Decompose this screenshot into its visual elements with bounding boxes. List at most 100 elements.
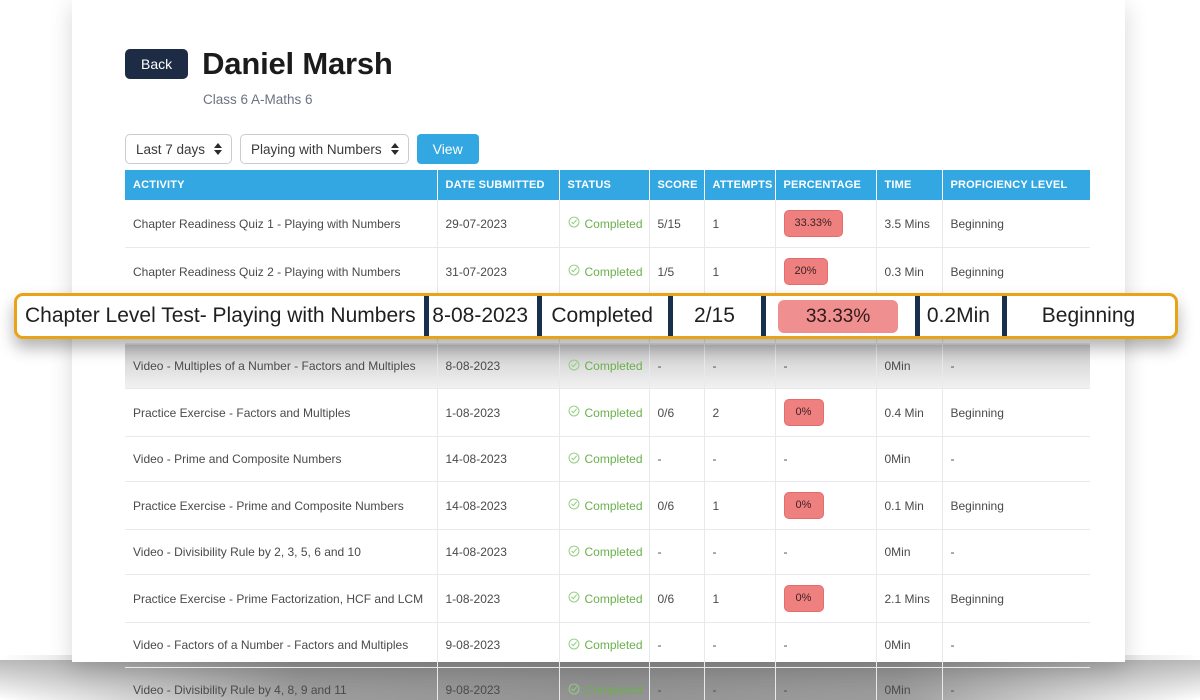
cell-date: 31-07-2023 [437, 247, 560, 296]
cell-proficiency: - [942, 343, 1090, 389]
cell-score: - [649, 343, 705, 389]
column-header-score[interactable]: SCORE [649, 170, 705, 200]
status-label: Completed [584, 359, 643, 373]
cell-time: 0.3 Min [876, 247, 943, 296]
cell-time: 0Min [876, 436, 943, 482]
table-row[interactable]: Video - Prime and Composite Numbers 14-08… [125, 436, 1090, 482]
cell-proficiency: - [950, 683, 955, 698]
table-row[interactable]: Practice Exercise - Factors and Multiple… [125, 388, 1090, 437]
cell-time: 0.4 Min [876, 388, 943, 437]
cell-attempts: 1 [704, 574, 776, 623]
callout-score: 2/15 [667, 296, 762, 336]
status-label: Completed [584, 498, 643, 513]
activity-table-body: Chapter Readiness Quiz 1 - Playing with … [125, 200, 1090, 700]
cell-status: Completed [559, 529, 650, 575]
cell-percentage: 0% [775, 574, 877, 623]
column-header-time[interactable]: TIME [876, 170, 943, 200]
page-title: Daniel Marsh [202, 46, 393, 81]
cell-proficiency: Beginning [942, 247, 1090, 296]
percentage-badge: 0% [783, 492, 824, 519]
cell-percentage: - [775, 529, 877, 575]
column-header-attempts[interactable]: ATTEMPTS [704, 170, 776, 200]
cell-status: Completed [559, 200, 650, 248]
check-circle-icon [568, 498, 580, 513]
filter-bar: Last 7 days Playing with Numbers View [125, 134, 479, 164]
column-header-date[interactable]: DATE SUBMITTED [437, 170, 560, 200]
view-button[interactable]: View [416, 134, 479, 164]
chevron-updown-icon [390, 143, 399, 155]
callout-time: 0.2Min [914, 296, 1002, 336]
cell-score: - [649, 622, 705, 668]
column-header-percentage[interactable]: PERCENTAGE [775, 170, 877, 200]
status-badge: Completed [568, 545, 643, 560]
cell-status: Completed [559, 247, 650, 296]
cell-attempts: - [704, 436, 776, 482]
cell-activity: Practice Exercise - Prime and Composite … [125, 481, 438, 530]
table-row[interactable]: Video - Divisibility Rule by 2, 3, 5, 6 … [125, 529, 1090, 575]
status-label: Completed [584, 683, 643, 698]
column-header-activity[interactable]: ACTIVITY [125, 170, 438, 200]
column-header-proficiency[interactable]: PROFICIENCY LEVEL [942, 170, 1090, 200]
cell-date: 29-07-2023 [437, 200, 560, 248]
table-row[interactable]: Video - Divisibility Rule by 4, 8, 9 and… [125, 667, 1090, 700]
cell-time: 0Min [876, 622, 943, 668]
table-row[interactable]: Practice Exercise - Prime Factorization,… [125, 574, 1090, 623]
cell-attempts: 1 [704, 247, 776, 296]
cell-score: 5/15 [649, 200, 705, 248]
cell-activity: Video - Factors of a Number - Factors an… [125, 622, 438, 668]
cell-time: 0Min [876, 343, 943, 389]
cell-status: Completed [559, 667, 650, 700]
cell-proficiency: Beginning [942, 574, 1090, 623]
cell-date: 14-08-2023 [437, 481, 560, 530]
cell-time: 0.1 Min [876, 481, 943, 530]
cell-status: Completed [559, 343, 650, 389]
status-label: Completed [584, 216, 643, 231]
callout-proficiency: Beginning [1002, 296, 1175, 336]
cell-percentage: - [775, 667, 877, 700]
cell-proficiency: Beginning [942, 388, 1090, 437]
percentage-empty: - [783, 359, 788, 373]
cell-status: Completed [559, 436, 650, 482]
cell-percentage: - [775, 343, 877, 389]
back-button[interactable]: Back [125, 49, 189, 79]
cell-attempts: 2 [704, 388, 776, 437]
cell-attempts: 1 [704, 481, 776, 530]
status-badge: Completed [568, 405, 643, 420]
activity-table: ACTIVITY DATE SUBMITTED STATUS SCORE ATT… [125, 170, 1090, 700]
cell-date: 14-08-2023 [437, 529, 560, 575]
check-circle-icon [568, 638, 580, 653]
class-subtitle: Class 6 A-Maths 6 [203, 92, 313, 107]
table-row[interactable]: Chapter Readiness Quiz 2 - Playing with … [125, 247, 1090, 296]
percentage-badge: 0% [783, 585, 824, 612]
cell-percentage: 20% [775, 247, 877, 296]
table-row[interactable]: Chapter Readiness Quiz 1 - Playing with … [125, 200, 1090, 248]
status-badge: Completed [568, 498, 643, 513]
check-circle-icon [568, 683, 580, 698]
table-header-row: ACTIVITY DATE SUBMITTED STATUS SCORE ATT… [125, 170, 1090, 200]
cell-time: 0Min [876, 529, 943, 575]
status-label: Completed [584, 591, 643, 606]
check-circle-icon [568, 405, 580, 420]
callout-percentage: 33.33% [761, 296, 915, 336]
chevron-updown-icon [214, 143, 223, 155]
cell-activity: Video - Multiples of a Number - Factors … [125, 343, 438, 389]
cell-date: 1-08-2023 [437, 574, 560, 623]
check-circle-icon [568, 545, 580, 560]
date-range-select[interactable]: Last 7 days [125, 134, 233, 164]
status-badge: Completed [568, 683, 643, 698]
chapter-select[interactable]: Playing with Numbers [240, 134, 409, 164]
highlighted-row-callout[interactable]: Chapter Level Test- Playing with Numbers… [14, 293, 1178, 339]
table-row[interactable]: Practice Exercise - Prime and Composite … [125, 481, 1090, 530]
percentage-badge: 0% [783, 399, 824, 426]
callout-percentage-badge: 33.33% [777, 299, 899, 333]
column-header-status[interactable]: STATUS [559, 170, 650, 200]
page-header: Back Daniel Marsh [125, 46, 393, 82]
status-label: Completed [584, 264, 643, 279]
cell-percentage: - [775, 622, 877, 668]
table-row[interactable]: Video - Factors of a Number - Factors an… [125, 622, 1090, 668]
cell-proficiency: - [942, 529, 1090, 575]
cell-proficiency: - [942, 436, 1090, 482]
table-row[interactable]: Video - Multiples of a Number - Factors … [125, 343, 1090, 389]
percentage-empty: - [783, 638, 788, 652]
status-label: Completed [584, 545, 643, 559]
